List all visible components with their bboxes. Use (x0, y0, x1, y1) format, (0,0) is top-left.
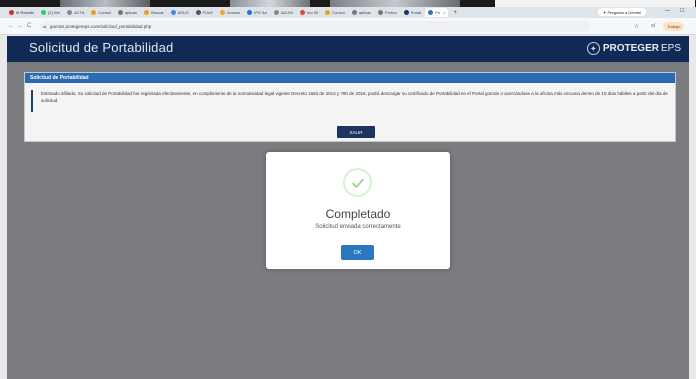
url-field[interactable]: gomsis.protegereps.com/solicitud_portabi… (40, 21, 590, 32)
url-text: gomsis.protegereps.com/solicitud_portabi… (50, 24, 152, 29)
browser-tab[interactable]: ASUS (168, 8, 192, 17)
tab-favicon-icon (220, 10, 226, 15)
tab-favicon-icon (378, 10, 384, 15)
success-modal: Completado Solicitud enviada correctamen… (266, 152, 450, 269)
tab-favicon-icon (403, 10, 409, 15)
tab-label: FUAF (202, 10, 214, 15)
tab-favicon-icon (299, 10, 305, 15)
browser-tab[interactable]: aplicac (115, 8, 140, 17)
tab-favicon-icon (247, 10, 253, 15)
tab-active[interactable]: Po × (425, 8, 449, 17)
tab-label: Acceso (227, 10, 241, 15)
browser-tab[interactable]: ACTA (64, 8, 87, 17)
tab-label: IPS Sa (254, 10, 267, 15)
browser-tab[interactable]: ADUSI (271, 8, 296, 17)
tab-label: (2) Wh (48, 10, 61, 15)
tab-label: Buscar (151, 10, 164, 15)
tabs-container: M Restabl (2) Wh ACTA Consul aplicac Buscar AS… (6, 8, 425, 17)
minimize-icon[interactable]: — (665, 8, 670, 14)
check-circle-icon (343, 168, 372, 197)
profile-button[interactable]: Trabajo (663, 22, 685, 31)
panel-heading: Solicitud de Portabilidad (25, 73, 675, 83)
tab-label: Protec (385, 10, 397, 15)
modal-title: Completado (325, 207, 391, 221)
new-tab-button[interactable]: + (453, 10, 457, 16)
checkmark-icon (351, 178, 364, 188)
tab-favicon-icon (273, 10, 279, 15)
ok-button[interactable]: OK (341, 245, 374, 260)
tab-favicon-icon (195, 10, 201, 15)
tab-label: ADUSI (280, 10, 293, 15)
back-arrow-icon[interactable]: ← (8, 23, 14, 29)
tab-label: Consul (98, 10, 111, 15)
screen: M Restabl (2) Wh ACTA Consul aplicac Buscar AS… (0, 0, 696, 379)
tab-label: aplicac (124, 10, 138, 15)
extensions-icon[interactable]: ≡/ (651, 23, 655, 29)
tab-active-label: Po (435, 10, 441, 15)
browser-tab[interactable]: Protec (375, 8, 400, 17)
browser-tab-bar: M Restabl (2) Wh ACTA Consul aplicac Buscar AS… (0, 7, 696, 18)
tab-label: Portal (410, 10, 422, 15)
tab-label: ACTA (74, 10, 85, 15)
logo-suffix: EPS (660, 43, 681, 54)
tab-favicon-icon (351, 10, 357, 15)
browser-tab[interactable]: (2) Wh (38, 8, 63, 17)
browser-tab[interactable]: nro 90 (297, 8, 321, 17)
tab-favicon-icon (170, 10, 176, 15)
browser-tab[interactable]: Consul (322, 8, 347, 17)
browser-tab[interactable]: IPS Sa (244, 8, 269, 17)
tab-label: nro 90 (306, 10, 319, 15)
tab-label: Consul (332, 10, 345, 15)
logo-main: PROTEGER (602, 43, 659, 54)
proteger-eps-logo: ✦ PROTEGER EPS (586, 42, 681, 55)
tab-favicon-icon (41, 10, 47, 15)
browser-tab[interactable]: Portal (401, 8, 424, 17)
tab-label: M Restabl (16, 10, 35, 15)
site-info-icon[interactable]: ⇆ (43, 24, 46, 29)
exit-button[interactable]: SALIR (337, 126, 375, 138)
forward-arrow-icon[interactable]: → (17, 23, 23, 29)
browser-tab[interactable]: M Restabl (6, 8, 37, 17)
browser-tab[interactable]: Acceso (217, 8, 243, 17)
browser-tab[interactable]: Consul (88, 8, 113, 17)
panel-message: Estimado afiliado, Su solicitud de Porta… (31, 90, 671, 112)
restore-icon[interactable]: ☐ (680, 8, 684, 14)
tab-favicon-icon (144, 10, 150, 15)
portability-panel: Solicitud de Portabilidad Estimado afili… (24, 72, 676, 142)
gemini-button[interactable]: ✦ Pregunta a Gemini (598, 8, 646, 16)
page-title: Solicitud de Portabilidad (29, 40, 174, 55)
tab-label: aplicac (358, 10, 372, 15)
tab-label: ASUS (177, 10, 189, 15)
tab-favicon-icon (91, 10, 97, 15)
tab-favicon-icon (9, 10, 14, 15)
browser-tab[interactable]: aplicac (349, 8, 374, 17)
bookmark-star-icon[interactable]: ☆ (634, 23, 639, 30)
tab-favicon-icon (325, 10, 331, 15)
tab-favicon-icon (67, 10, 73, 15)
browser-tab[interactable]: Buscar (141, 8, 166, 17)
tab-favicon-icon (117, 10, 123, 15)
photo-strip (0, 0, 696, 7)
portal-icon (428, 10, 434, 15)
reload-icon[interactable]: C (27, 23, 31, 29)
modal-text: Solicitud enviada correctamente (315, 224, 401, 230)
address-bar: ← → C gomsis.protegereps.com/solicitud_p… (0, 18, 696, 35)
logo-mark-icon: ✦ (586, 42, 600, 55)
close-icon[interactable]: × (443, 10, 445, 15)
app-header: Solicitud de Portabilidad ✦ PROTEGER EPS (7, 36, 689, 62)
browser-tab[interactable]: FUAF (193, 8, 216, 17)
